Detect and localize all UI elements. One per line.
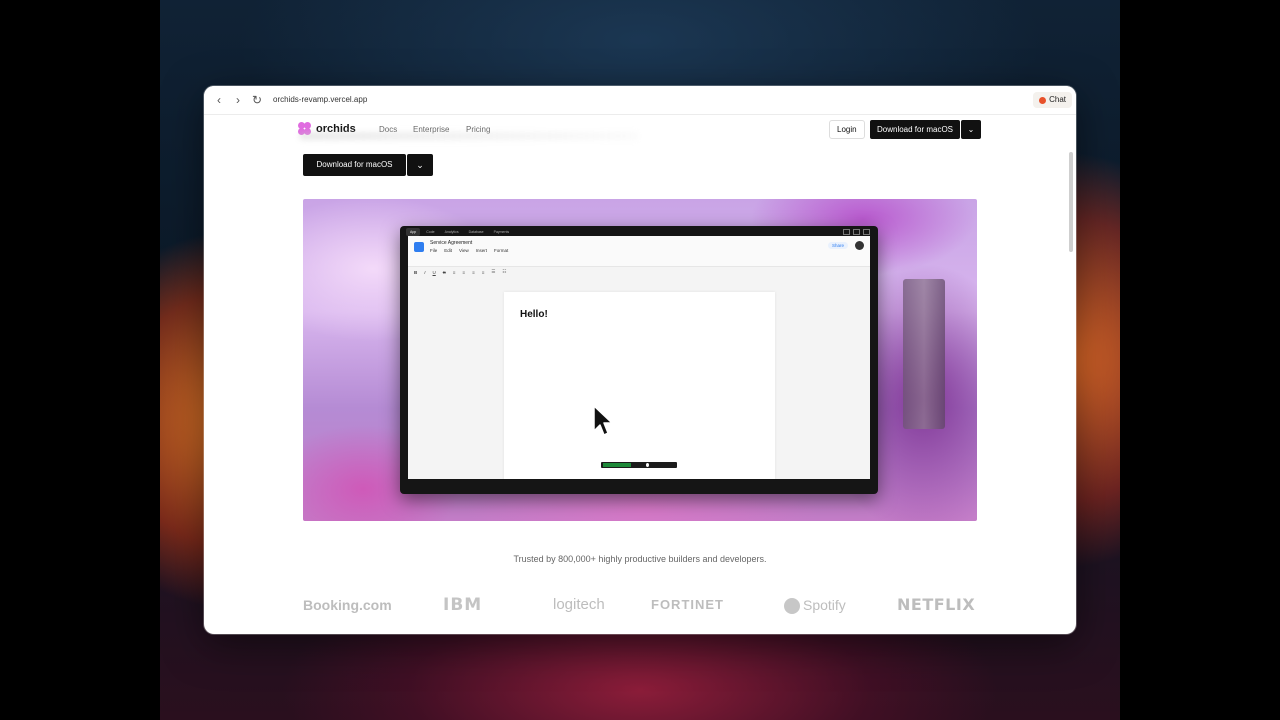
app-preview-monitor: App Code Analytics Database Payments Ser… [400,226,878,494]
tablet-icon [853,229,860,235]
login-button[interactable]: Login [829,120,865,139]
preview-tab-code[interactable]: Code [422,228,438,236]
garden-pillar [903,279,945,429]
customer-logos: Booking.com IBM logitech FORTINET Spotif… [204,594,1076,616]
address-bar: ‹ › ↻ orchids-revamp.vercel.app Chat [204,86,1076,115]
back-icon[interactable]: ‹ [212,93,226,107]
logitech-logo: logitech [553,596,605,613]
bullet-list-icon[interactable]: ☰ [491,269,495,275]
spotify-logo: Spotify [784,594,846,616]
doc-content: Hello! [520,309,548,320]
chevron-down-icon[interactable]: ⌄ [961,120,981,139]
chat-button[interactable]: Chat [1033,92,1072,108]
doc-title: Service Agreement [430,240,473,246]
chat-button-label: Chat [1049,95,1066,104]
align-justify-icon[interactable]: ≡ [482,270,485,275]
external-link-icon [863,229,870,235]
trusted-by-text: Trusted by 800,000+ highly productive bu… [513,554,767,564]
site-header: orchids Docs Enterprise Pricing Login Do… [204,114,1076,148]
doc-app-icon [414,242,424,252]
doc-menubar: File Edit View Insert Format [430,248,508,253]
menu-view[interactable]: View [459,248,469,253]
chat-bubble-icon [1039,96,1047,104]
download-macos-header-button[interactable]: Download for macOS [870,120,960,139]
italic-icon[interactable]: I [424,270,425,275]
preview-tab-payments[interactable]: Payments [490,228,514,236]
doc-header: Service Agreement File Edit View Insert … [408,236,870,267]
menu-insert[interactable]: Insert [476,248,487,253]
spotify-icon [784,598,800,615]
mouse-cursor-icon [593,405,613,436]
preview-tabs: App Code Analytics Database Payments [406,228,513,236]
preview-window-icons [843,229,870,235]
status-indicator [603,463,631,467]
reload-icon[interactable]: ↻ [250,93,264,107]
underline-icon[interactable]: U [433,270,436,275]
preview-tab-analytics[interactable]: Analytics [441,228,463,236]
browser-window: ‹ › ↻ orchids-revamp.vercel.app Chat orc… [204,86,1076,634]
netflix-logo: NETFLIX [897,595,976,614]
format-toolbar: B I U S ≡ ≡ ≡ ≡ ☰ ☷ [408,266,870,278]
status-bar [601,462,677,468]
forward-icon[interactable]: › [231,93,245,107]
avatar[interactable] [855,241,864,250]
spotify-label: Spotify [803,597,846,613]
doc-page[interactable]: Hello! [504,292,775,479]
ibm-logo: IBM [443,595,483,615]
monitor-icon [843,229,850,235]
menu-file[interactable]: File [430,248,437,253]
menu-format[interactable]: Format [494,248,508,253]
url-text[interactable]: orchids-revamp.vercel.app [273,95,367,104]
align-center-icon[interactable]: ≡ [462,270,465,275]
fortinet-logo: FORTINET [651,597,724,612]
bold-icon[interactable]: B [414,270,417,275]
align-left-icon[interactable]: ≡ [453,270,456,275]
status-dot [646,463,649,467]
booking-logo: Booking.com [303,597,392,613]
preview-tab-database[interactable]: Database [465,228,488,236]
preview-screen: Service Agreement File Edit View Insert … [408,236,870,479]
hero-image: App Code Analytics Database Payments Ser… [303,199,977,521]
numbered-list-icon[interactable]: ☷ [502,269,506,275]
share-button[interactable]: Share [827,242,848,249]
page-scrollbar[interactable] [1069,152,1073,252]
align-right-icon[interactable]: ≡ [472,270,475,275]
strikethrough-icon[interactable]: S [443,270,446,275]
download-macos-hero-button[interactable]: Download for macOS [303,154,406,176]
blurred-subtitle [299,132,639,140]
preview-tab-app[interactable]: App [406,228,421,236]
chevron-down-icon[interactable]: ⌄ [407,154,433,176]
menu-edit[interactable]: Edit [444,248,452,253]
